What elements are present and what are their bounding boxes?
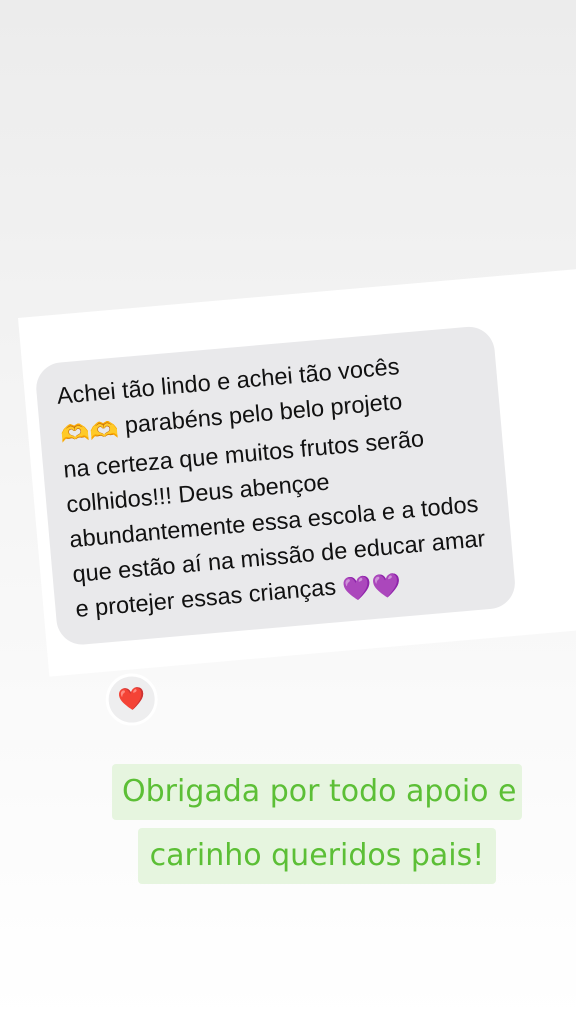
message-text: Achei tão lindo e achei tão vocês 🫶🫶 par… <box>55 342 495 631</box>
message-body: na certeza que muitos frutos serão colhi… <box>62 425 487 623</box>
caption-line-2: carinho queridos pais! <box>138 828 496 884</box>
caption-line-1: Obrigada por todo apoio e <box>112 764 522 820</box>
heart-hands-emoji-icon: 🫶🫶 <box>59 416 120 448</box>
purple-heart-emoji-icon: 💜💜 <box>341 571 403 603</box>
heart-reaction-icon[interactable]: ❤️ <box>103 671 160 728</box>
message-bubble: Achei tão lindo e achei tão vocês 🫶🫶 par… <box>34 324 518 647</box>
message-screenshot-card: Achei tão lindo e achei tão vocês 🫶🫶 par… <box>18 268 576 728</box>
